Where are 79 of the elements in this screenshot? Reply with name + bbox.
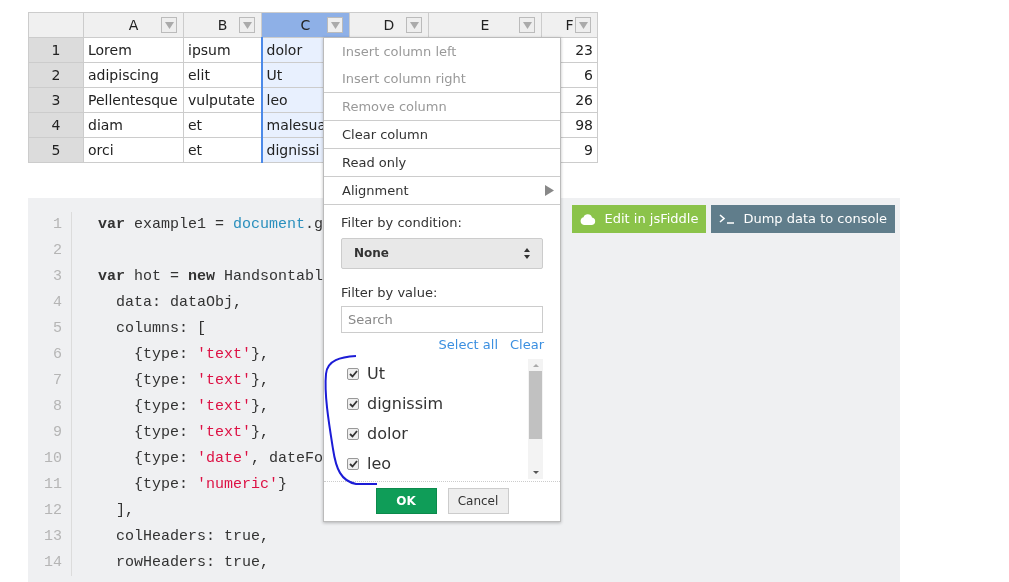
line-number: 13: [43, 526, 62, 547]
code-line: {type: 'text'},: [133, 422, 270, 443]
code-line: {type: 'text'},: [133, 396, 270, 417]
menu-item[interactable]: Clear column: [324, 121, 560, 148]
table-cell: et: [183, 112, 262, 138]
line-number: 1: [52, 214, 62, 235]
search-field[interactable]: Search: [341, 306, 543, 333]
table-cell: Lorem: [83, 37, 184, 63]
line-number: 8: [52, 396, 62, 417]
updown-icon: [524, 247, 530, 259]
submenu-arrow-icon: [545, 185, 554, 196]
code-line: columns: [: [115, 318, 207, 339]
dropdown-icon[interactable]: [239, 17, 255, 33]
table-cell: Pellentesque: [83, 87, 184, 113]
terminal-icon: [719, 214, 736, 224]
select-all-link[interactable]: Select all: [438, 335, 498, 355]
cancel-button[interactable]: Cancel: [447, 488, 509, 514]
code-line: {type: 'text'},: [133, 370, 270, 391]
row-header[interactable]: 2: [28, 62, 84, 88]
condition-select[interactable]: None: [341, 237, 543, 269]
scrollbar[interactable]: [528, 358, 543, 479]
line-number: 10: [43, 448, 62, 469]
value-option[interactable]: dignissim: [347, 388, 528, 419]
code-line: var example1 = document.g: [98, 214, 324, 235]
line-number: 6: [52, 344, 62, 365]
line-number: 9: [52, 422, 62, 443]
line-number: 3: [52, 266, 62, 287]
line-number: 7: [52, 370, 62, 391]
line-number: 11: [43, 474, 62, 495]
dropdown-icon[interactable]: [161, 17, 177, 33]
dropdown-icon[interactable]: [406, 17, 422, 33]
value-option[interactable]: Ut: [347, 358, 528, 389]
line-number: 2: [52, 240, 62, 261]
dropdown-icon[interactable]: [575, 17, 591, 33]
checkbox[interactable]: [347, 427, 359, 440]
row-header[interactable]: 3: [28, 87, 84, 113]
filter-label: Filter by value:: [341, 283, 439, 302]
table-cell: ipsum: [183, 37, 262, 63]
column-header[interactable]: E: [428, 12, 542, 38]
line-number: 14: [43, 552, 62, 573]
menu-item[interactable]: Read only: [324, 149, 560, 176]
code-line: ],: [115, 500, 134, 521]
column-header[interactable]: C: [261, 12, 350, 38]
table-cell: et: [183, 137, 262, 163]
cloud-icon: [580, 213, 597, 225]
value-option[interactable]: dolor: [347, 418, 528, 449]
table-cell: diam: [83, 112, 184, 138]
line-number: 4: [52, 292, 62, 313]
code-line: rowHeaders: true,: [115, 552, 270, 573]
code-line: {type: 'text'},: [133, 344, 270, 365]
code-line: {type: 'date', dateFo: [133, 448, 324, 469]
table-cell: vulputate: [183, 87, 262, 113]
dropdown-icon[interactable]: [519, 17, 535, 33]
column-header[interactable]: B: [183, 12, 262, 38]
console-button[interactable]: Dump data to console: [711, 205, 895, 233]
checkbox[interactable]: [347, 397, 359, 410]
menu-item[interactable]: Alignment: [324, 177, 560, 204]
code-line: {type: 'numeric'}: [133, 474, 288, 495]
code-line: colHeaders: true,: [115, 526, 270, 547]
ok-button[interactable]: OK: [375, 488, 437, 514]
line-number: 12: [43, 500, 62, 521]
table-cell: elit: [183, 62, 262, 88]
row-header[interactable]: 4: [28, 112, 84, 138]
column-header[interactable]: D: [349, 12, 429, 38]
table-cell: orci: [83, 137, 184, 163]
filter-label: Filter by condition:: [341, 214, 463, 232]
code-line: var hot = new Handsontabl: [98, 266, 324, 287]
corner-header: [28, 12, 84, 38]
checkbox[interactable]: [347, 457, 359, 470]
code-line: data: dataObj,: [115, 292, 243, 313]
table-cell: adipiscing: [83, 62, 184, 88]
row-header[interactable]: 1: [28, 37, 84, 63]
row-header[interactable]: 5: [28, 137, 84, 163]
line-number: 5: [52, 318, 62, 339]
dropdown-icon[interactable]: [327, 17, 343, 33]
column-header[interactable]: A: [83, 12, 184, 38]
column-header[interactable]: F: [541, 12, 598, 38]
checkbox[interactable]: [347, 367, 359, 380]
value-option[interactable]: leo: [347, 448, 528, 479]
